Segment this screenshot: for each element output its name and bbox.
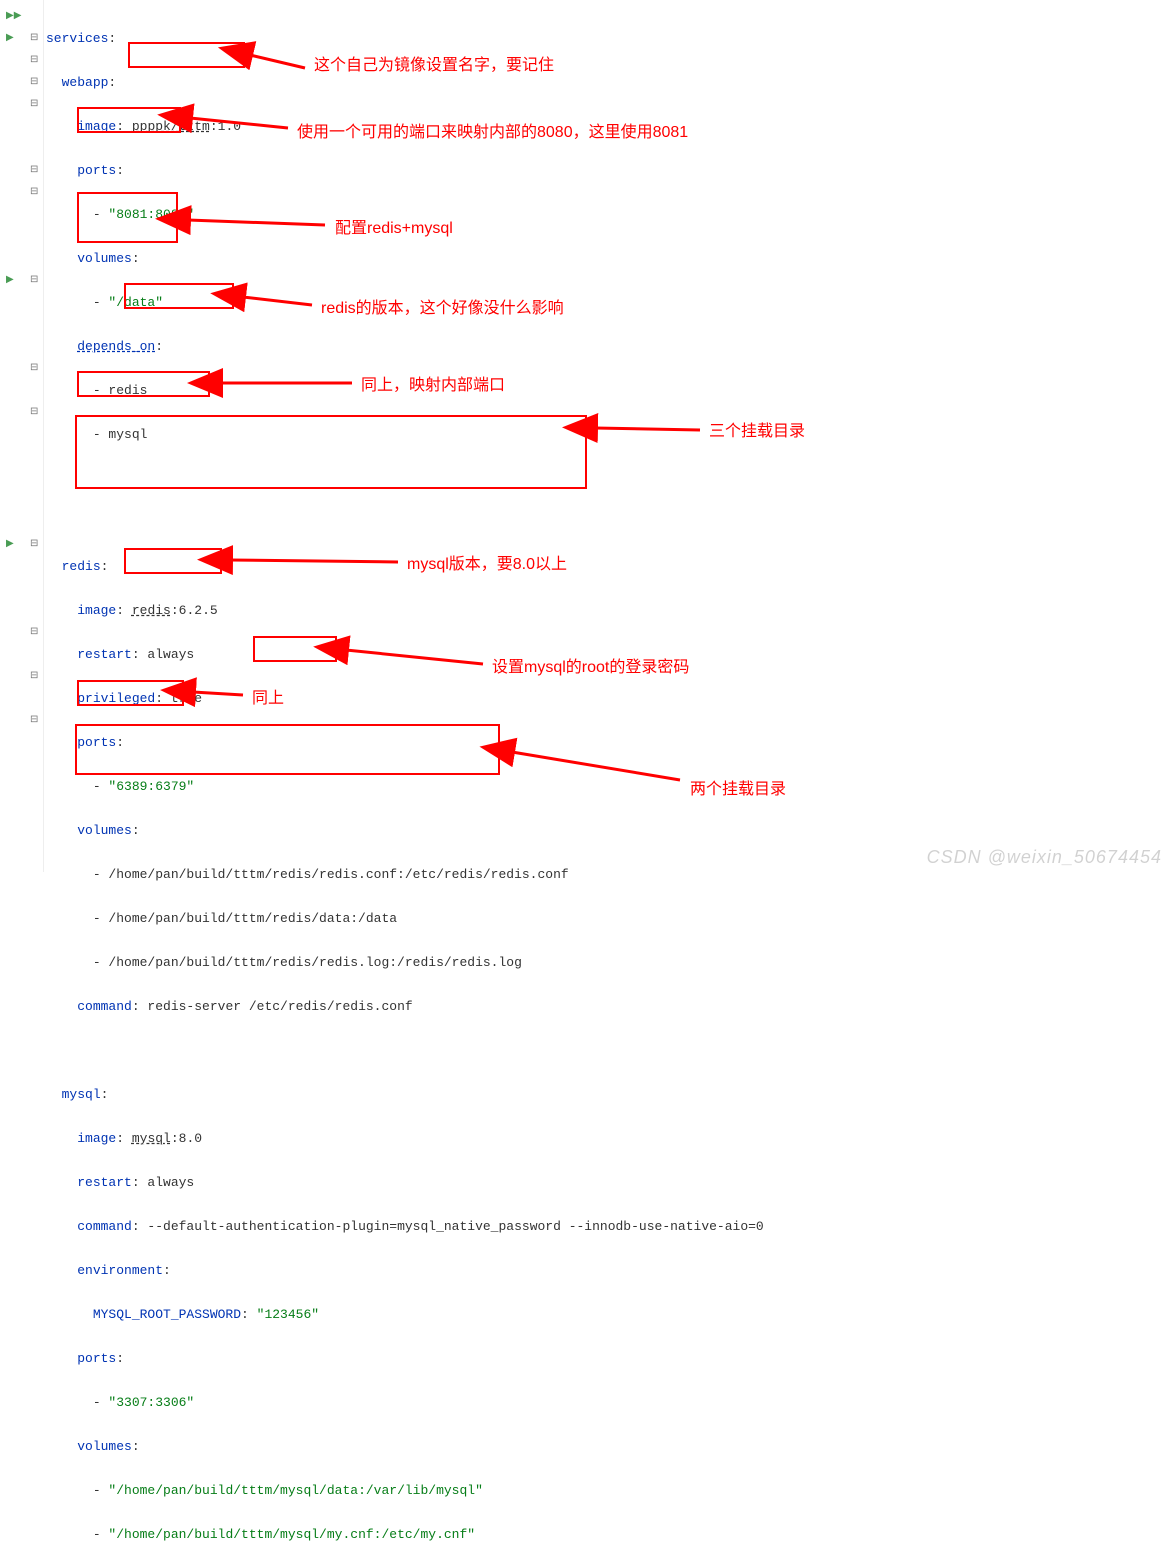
redis-vol-3: - /home/pan/build/tttm/redis/redis.log:/… <box>93 955 522 970</box>
mysql-vol-1: "/home/pan/build/tttm/mysql/data:/var/li… <box>108 1483 482 1498</box>
highlight-box <box>124 283 234 309</box>
redis-vol-2: - /home/pan/build/tttm/redis/data:/data <box>93 911 397 926</box>
highlight-box <box>128 42 245 68</box>
annotation: 设置mysql的root的登录密码 <box>492 657 689 679</box>
key-command: command <box>77 999 132 1014</box>
highlight-box <box>253 636 337 662</box>
annotation: 三个挂载目录 <box>709 421 805 443</box>
annotation: 这个自己为镜像设置名字，要记住 <box>314 55 554 77</box>
image-tag: :1.0 <box>210 119 241 134</box>
redis-image: redis <box>132 603 171 618</box>
mysql-vol-2: "/home/pan/build/tttm/mysql/my.cnf:/etc/… <box>108 1527 475 1542</box>
highlight-box <box>75 415 587 489</box>
redis-vol-1: - /home/pan/build/tttm/redis/redis.conf:… <box>93 867 569 882</box>
run-icon[interactable]: ▶ <box>6 270 14 292</box>
highlight-box <box>124 548 222 574</box>
annotation: mysql版本，要8.0以上 <box>407 554 567 576</box>
highlight-box <box>77 192 178 243</box>
annotation: 同上，映射内部端口 <box>361 375 505 397</box>
key-image: image <box>77 603 116 618</box>
key-redis: redis <box>62 559 101 574</box>
key-restart: restart <box>77 647 132 662</box>
key-environment: environment <box>77 1263 163 1278</box>
run-icon[interactable]: ▶▶ <box>6 6 21 28</box>
highlight-box <box>75 724 500 775</box>
key-ports: ports <box>77 1351 116 1366</box>
run-icon[interactable]: ▶ <box>6 534 14 556</box>
redis-port: "6389:6379" <box>108 779 194 794</box>
annotation: 配置redis+mysql <box>335 218 453 240</box>
annotation: redis的版本，这个好像没什么影响 <box>321 298 564 320</box>
key-command: command <box>77 1219 132 1234</box>
key-volumes: volumes <box>77 251 132 266</box>
watermark: CSDN @weixin_50674454 <box>927 846 1162 868</box>
annotation: 同上 <box>252 688 284 710</box>
highlight-box <box>77 371 210 397</box>
key-depends-on: depends_on <box>77 339 155 354</box>
key-mysql: mysql <box>62 1087 101 1102</box>
key-volumes: volumes <box>77 1439 132 1454</box>
key-image: image <box>77 1131 116 1146</box>
annotation: 使用一个可用的端口来映射内部的8080，这里使用8081 <box>297 122 688 144</box>
key-mysql-root-password: MYSQL_ROOT_PASSWORD <box>93 1307 241 1322</box>
key-services: services <box>46 31 108 46</box>
code-editor: services: webapp: image: ppppk/tttm:1.0 … <box>46 6 1170 1568</box>
run-icon[interactable]: ▶ <box>6 28 14 50</box>
highlight-box <box>77 107 181 133</box>
key-restart: restart <box>77 1175 132 1190</box>
key-webapp: webapp <box>62 75 109 90</box>
key-volumes: volumes <box>77 823 132 838</box>
mysql-port: "3307:3306" <box>108 1395 194 1410</box>
key-ports: ports <box>77 163 116 178</box>
highlight-box <box>77 680 184 706</box>
mysql-password: "123456" <box>257 1307 319 1322</box>
mysql-image: mysql <box>132 1131 171 1146</box>
annotation: 两个挂载目录 <box>690 779 786 801</box>
